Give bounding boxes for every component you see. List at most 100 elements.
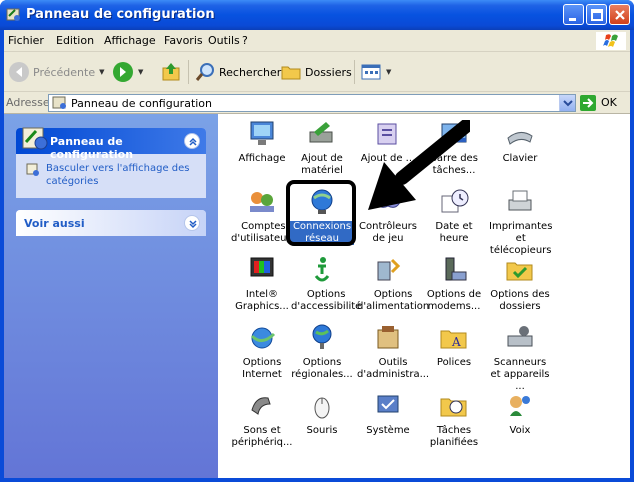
display-icon <box>250 121 274 145</box>
control-panel-section-header[interactable]: Panneau de configuration <box>16 127 206 161</box>
control-panel-item[interactable]: Souris <box>290 390 354 437</box>
go-label[interactable]: OK <box>601 96 617 109</box>
accessibility-icon <box>314 257 330 282</box>
back-dropdown-icon[interactable]: ▼ <box>99 68 104 76</box>
forward-button[interactable]: ▼ <box>112 60 143 84</box>
control-panel-item[interactable]: Clavier <box>488 118 552 165</box>
control-panel-item[interactable]: Intel® Graphics... <box>230 254 294 313</box>
control-panel-section-body: Basculer vers l'affichage des catégories <box>16 154 206 198</box>
up-folder-button[interactable] <box>160 60 182 84</box>
internet-options-icon <box>250 327 276 349</box>
control-panel-icon <box>6 8 20 21</box>
menu-help[interactable]: ? <box>242 34 248 47</box>
back-button[interactable]: Précédente ▼ <box>8 60 105 84</box>
windows-logo-icon <box>596 32 626 50</box>
control-panel-item-label: Tâches planifiées <box>429 425 479 448</box>
views-icon <box>361 64 381 80</box>
title-bar[interactable]: Panneau de configuration <box>0 0 634 30</box>
menu-favorites[interactable]: Favoris <box>164 34 203 47</box>
control-panel-item-label: Affichage <box>238 153 286 164</box>
collapse-button[interactable] <box>184 133 200 149</box>
control-panel-item[interactable]: Scanneurs et appareils ... <box>488 322 552 393</box>
control-panel-item-label: Système <box>366 425 410 436</box>
expand-button[interactable] <box>184 215 200 231</box>
address-dropdown-button[interactable] <box>559 95 575 111</box>
window-title: Panneau de configuration <box>26 7 215 22</box>
control-panel-small-icon <box>52 96 66 109</box>
menu-tools[interactable]: Outils <box>208 34 240 47</box>
close-icon <box>615 10 625 20</box>
control-panel-item[interactable]: Options d'alimentation <box>356 254 429 313</box>
admin-tools-icon <box>377 326 399 349</box>
control-panel-item-label: Sons et périphériq... <box>231 425 293 448</box>
fonts-icon: A <box>440 330 467 349</box>
control-panel-item-label: Ajout de matériel <box>301 153 343 176</box>
go-arrow-icon <box>583 98 594 108</box>
control-panel-item[interactable]: Système <box>356 390 420 437</box>
control-panel-item[interactable]: Connexions réseau <box>290 186 354 245</box>
intel-graphics-icon <box>250 257 274 277</box>
search-button[interactable]: Rechercher <box>194 60 281 84</box>
keyboard-icon <box>507 132 533 145</box>
address-input[interactable]: Panneau de configuration <box>48 94 576 112</box>
address-bar: Adresse Panneau de configuration OK <box>4 92 630 114</box>
control-panel-item[interactable]: Options des dossiers <box>488 254 552 313</box>
control-panel-item[interactable]: Comptes d'utilisateurs <box>230 186 296 245</box>
menu-edit[interactable]: Edition <box>56 34 94 47</box>
power-options-icon <box>377 258 401 281</box>
see-also-title: Voir aussi <box>24 217 85 230</box>
switch-view-icon <box>26 163 39 176</box>
control-panel-item[interactable]: Options de modems... <box>422 254 486 313</box>
phone-modem-icon <box>445 257 467 281</box>
views-dropdown-icon[interactable]: ▼ <box>386 68 391 76</box>
control-panel-item[interactable]: Tâches planifiées <box>422 390 486 449</box>
close-button[interactable] <box>609 4 630 25</box>
address-value: Panneau de configuration <box>71 97 213 110</box>
forward-dropdown-icon[interactable]: ▼ <box>138 68 143 76</box>
control-panel-item-label: Outils d'administra... <box>357 357 430 380</box>
control-panel-item[interactable]: Outils d'administra... <box>356 322 429 381</box>
control-panel-item[interactable]: Voix <box>488 390 552 437</box>
control-panel-item[interactable]: Options Internet <box>230 322 294 381</box>
control-panel-item-label: Intel® Graphics... <box>235 289 289 312</box>
minimize-button[interactable] <box>563 4 584 25</box>
control-panel-item[interactable]: Options d'accessibilité <box>290 254 361 313</box>
chevron-down-icon <box>563 100 573 107</box>
search-label: Rechercher <box>219 65 282 79</box>
control-panel-item[interactable]: A Polices <box>422 322 486 369</box>
folders-button[interactable]: Dossiers <box>280 60 352 84</box>
see-also-header[interactable]: Voir aussi <box>16 210 206 236</box>
control-panel-item-label: Polices <box>436 357 472 368</box>
printers-faxes-icon <box>508 190 532 211</box>
control-panel-item[interactable]: Options régionales... <box>290 322 354 381</box>
control-panel-item-label: Comptes d'utilisateurs <box>231 221 296 244</box>
go-button[interactable] <box>580 95 596 111</box>
control-panel-item-label: Scanneurs et appareils ... <box>490 357 550 392</box>
toolbar: Précédente ▼ ▼ Rechercher Dossiers ▼ <box>4 52 630 92</box>
control-panel-item[interactable]: Sons et périphériq... <box>230 390 294 449</box>
control-panel-item-label: Options des dossiers <box>490 289 550 312</box>
folder-options-icon <box>506 262 533 281</box>
control-panel-item-label: Voix <box>509 425 531 436</box>
task-pane: Panneau de configuration Basculer vers l… <box>4 114 218 478</box>
control-panel-item-label: Souris <box>306 425 338 436</box>
views-button[interactable]: ▼ <box>360 60 391 84</box>
control-panel-item[interactable]: Imprimantes et télécopieurs <box>488 186 552 257</box>
control-panel-item[interactable]: Ajout de matériel <box>290 118 354 177</box>
maximize-icon <box>591 9 603 21</box>
control-panel-item[interactable]: Affichage <box>230 118 294 165</box>
svg-text:A: A <box>451 335 461 349</box>
search-icon <box>195 63 214 81</box>
scheduled-tasks-icon <box>440 398 467 417</box>
mouse-icon <box>314 397 330 419</box>
menu-file[interactable]: Fichier <box>8 34 44 47</box>
annotation-arrow-icon <box>368 120 470 210</box>
back-label: Précédente <box>33 65 96 79</box>
system-icon <box>377 395 399 413</box>
menu-view[interactable]: Affichage <box>104 34 156 47</box>
sounds-icon <box>251 397 271 415</box>
maximize-button[interactable] <box>586 4 607 25</box>
control-panel-section: Panneau de configuration Basculer vers l… <box>16 127 206 198</box>
address-label: Adresse <box>6 96 50 109</box>
switch-category-view-link[interactable]: Basculer vers l'affichage des catégories <box>46 163 190 187</box>
